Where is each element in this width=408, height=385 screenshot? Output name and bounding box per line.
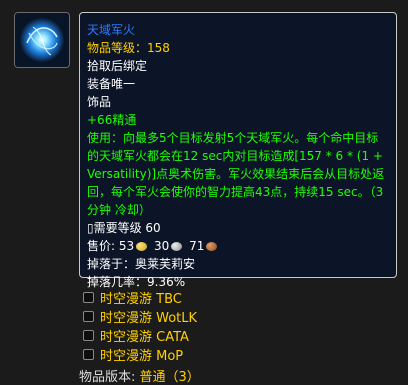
- gold-coin-icon: [136, 242, 148, 251]
- version-filters: 时空漫游 TBC 时空漫游 WotLK 时空漫游 CATA 时空漫游 MoP: [83, 288, 197, 364]
- copper-coin-icon: [206, 242, 218, 251]
- filter-label: 时空漫游 TBC: [100, 292, 182, 307]
- checkbox[interactable]: [83, 349, 94, 360]
- item-tooltip: 天域军火 物品等级：158 拾取后绑定 装备唯一 饰品 +66精通 使用：向最多…: [79, 12, 397, 289]
- filter-tbc[interactable]: 时空漫游 TBC: [83, 288, 197, 307]
- item-level: 物品等级：158: [87, 41, 170, 55]
- sell-copper: 71: [189, 239, 205, 253]
- drop-source: 掉落于：奥莱芙莉安: [87, 257, 196, 271]
- item-version-label: 物品版本:: [79, 370, 136, 385]
- item-version-value[interactable]: 普通（3）: [140, 370, 200, 385]
- sell-price-label: 售价:: [87, 239, 116, 253]
- required-level: ▯需要等级 60: [87, 221, 161, 235]
- item-slot: 饰品: [87, 95, 112, 109]
- unique-equipped: 装备唯一: [87, 77, 136, 91]
- bind-type: 拾取后绑定: [87, 59, 148, 73]
- filter-cata[interactable]: 时空漫游 CATA: [83, 326, 197, 345]
- filter-label: 时空漫游 MoP: [100, 349, 184, 364]
- sell-silver: 30: [153, 239, 170, 253]
- checkbox[interactable]: [83, 311, 94, 322]
- filter-wotlk[interactable]: 时空漫游 WotLK: [83, 307, 197, 326]
- checkbox[interactable]: [83, 330, 94, 341]
- filter-label: 时空漫游 CATA: [100, 330, 189, 345]
- use-effect: 使用：向最多5个目标发射5个天域军火。每个命中目标的天域军火都会在12 sec内…: [87, 131, 385, 217]
- filter-label: 时空漫游 WotLK: [100, 311, 198, 326]
- silver-coin-icon: [171, 242, 183, 251]
- sell-price: 售价: 53 30 71: [87, 237, 389, 255]
- checkbox[interactable]: [83, 292, 94, 303]
- item-stat: +66精通: [87, 113, 137, 127]
- item-name[interactable]: 天域军火: [87, 21, 389, 39]
- item-version: 物品版本: 普通（3）: [79, 366, 200, 385]
- sell-gold: 53: [118, 239, 135, 253]
- filter-mop[interactable]: 时空漫游 MoP: [83, 345, 197, 364]
- arcane-orb-icon: [14, 12, 70, 68]
